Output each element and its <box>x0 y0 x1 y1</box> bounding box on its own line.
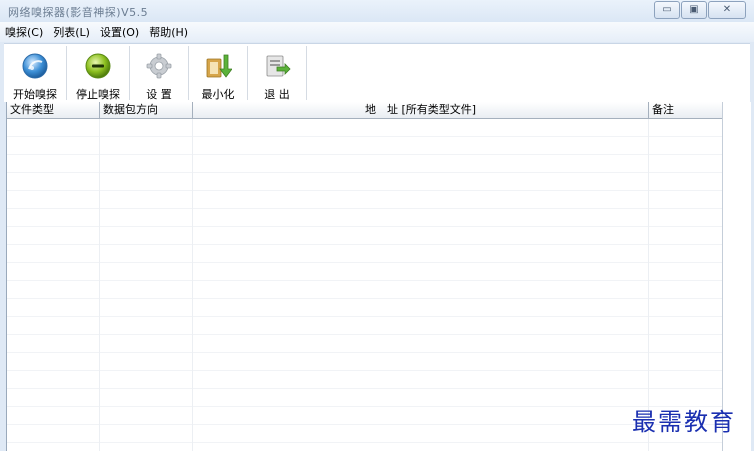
watermark-text: 最需教育 <box>632 408 736 436</box>
menu-settings[interactable]: 设置(O) <box>95 24 144 40</box>
stop-icon <box>83 51 113 81</box>
column-divider <box>99 119 100 451</box>
start-sniff-label: 开始嗅探 <box>13 88 57 101</box>
exit-label: 退 出 <box>264 88 290 101</box>
exit-button[interactable]: 退 出 <box>248 44 306 102</box>
column-divider <box>192 119 193 451</box>
menu-sniff[interactable]: 嗅探(C) <box>0 24 48 40</box>
gear-icon <box>144 51 174 81</box>
minimize-label: 最小化 <box>201 88 235 101</box>
list-body[interactable] <box>7 119 723 451</box>
close-button[interactable]: ✕ <box>708 1 746 19</box>
minimize-to-tray-button[interactable]: 最小化 <box>189 44 247 102</box>
column-file-type[interactable]: 文件类型 <box>7 102 100 118</box>
exit-icon <box>262 51 292 81</box>
title-bar: 网络嗅探器(影音神探)V5.5 ▭ ▣ ✕ <box>0 0 754 22</box>
scrollbar-track[interactable] <box>722 102 751 451</box>
stop-sniff-button[interactable]: 停止嗅探 <box>67 44 129 102</box>
minimize-button[interactable]: ▭ <box>654 1 680 19</box>
toolbar-separator <box>306 46 307 100</box>
minimize-arrow-icon <box>203 51 233 81</box>
restore-button[interactable]: ▣ <box>681 1 707 19</box>
menu-list[interactable]: 列表(L) <box>48 24 95 40</box>
settings-label: 设 置 <box>146 88 172 101</box>
column-remarks[interactable]: 备注 <box>649 102 723 118</box>
globe-icon <box>20 51 50 81</box>
capture-list[interactable]: 文件类型 数据包方向 地 址 [所有类型文件] 备注 <box>6 102 723 451</box>
menu-help[interactable]: 帮助(H) <box>144 24 193 40</box>
start-sniff-button[interactable]: 开始嗅探 <box>4 44 66 102</box>
window-title: 网络嗅探器(影音神探)V5.5 <box>8 6 149 19</box>
list-header: 文件类型 数据包方向 地 址 [所有类型文件] 备注 <box>7 102 723 119</box>
toolbar: 开始嗅探 停止嗅探 设 置 最小化 退 出 <box>4 43 750 102</box>
column-address[interactable]: 地 址 [所有类型文件] <box>193 102 649 118</box>
settings-button[interactable]: 设 置 <box>130 44 188 102</box>
app-window: 网络嗅探器(影音神探)V5.5 ▭ ▣ ✕ 嗅探(C) 列表(L) 设置(O) … <box>0 0 754 451</box>
menu-bar: 嗅探(C) 列表(L) 设置(O) 帮助(H) <box>0 22 754 42</box>
column-packet-direction[interactable]: 数据包方向 <box>100 102 193 118</box>
stop-sniff-label: 停止嗅探 <box>76 88 120 101</box>
window-controls: ▭ ▣ ✕ <box>654 1 746 19</box>
